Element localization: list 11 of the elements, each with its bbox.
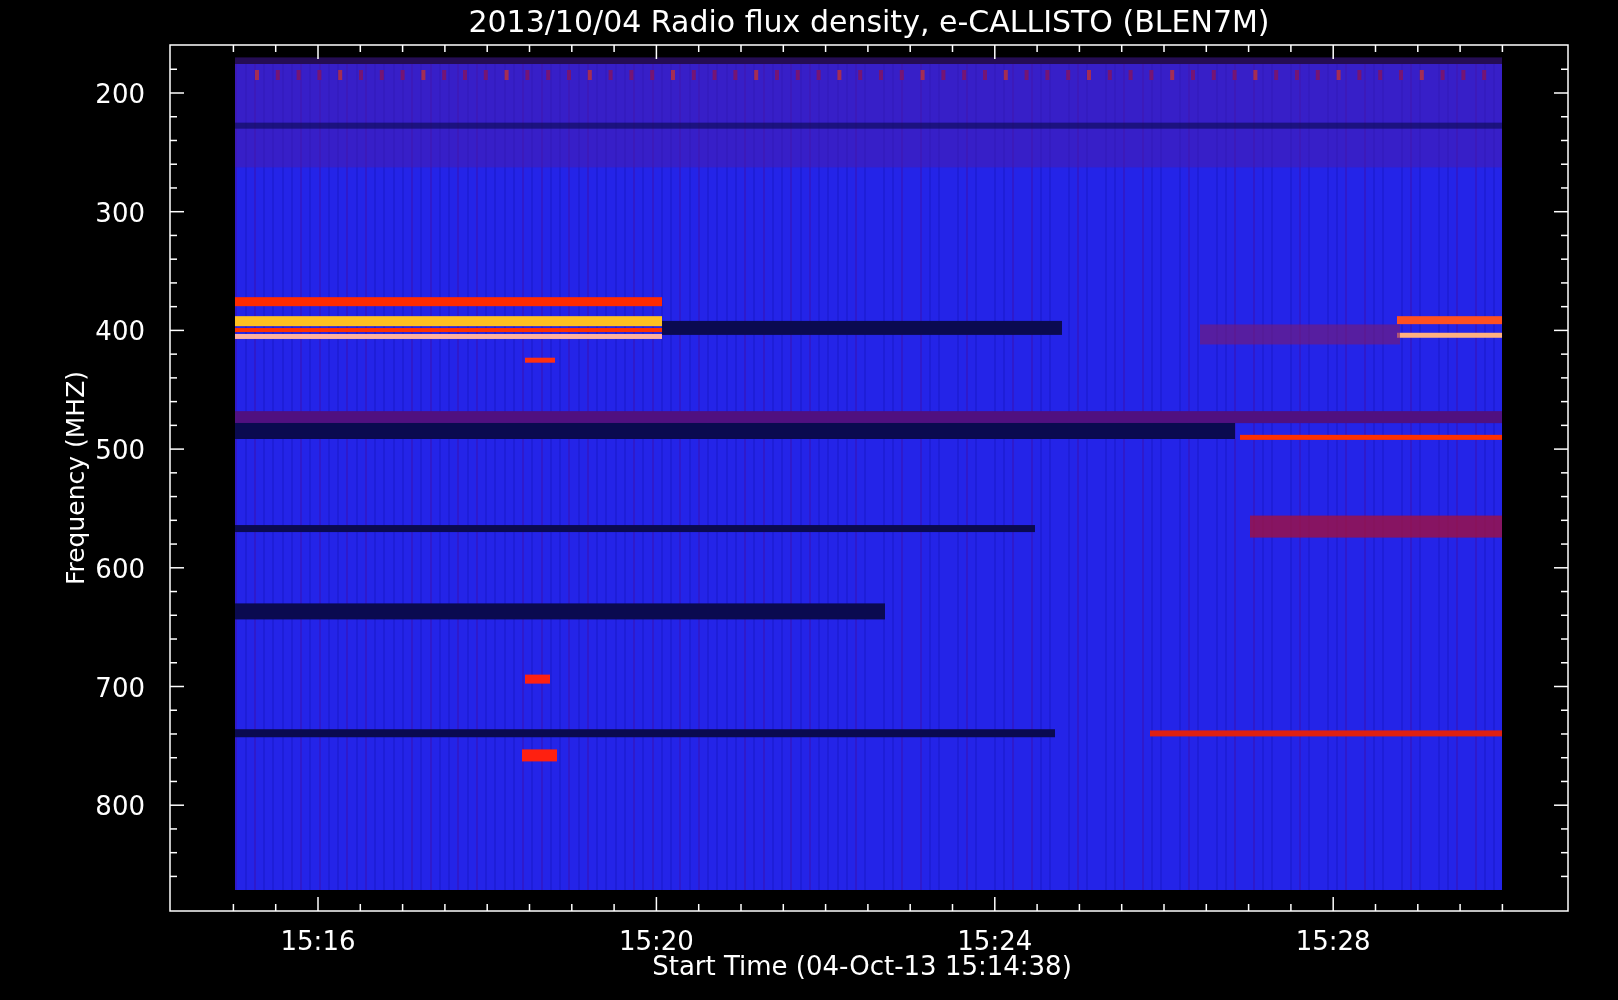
- y-tick-label: 500: [95, 435, 145, 466]
- y-tick-label: 200: [95, 79, 145, 109]
- chart-title: 2013/10/04 Radio flux density, e-CALLISTO (BLEN7M): [468, 4, 1270, 39]
- y-tick-label: 800: [95, 791, 145, 822]
- y-tick-label: 700: [95, 672, 145, 703]
- y-axis-label: Frequency (MHZ): [61, 370, 90, 586]
- y-tick-label: 600: [95, 553, 145, 584]
- x-tick-label: 15:28: [1295, 926, 1371, 956]
- y-tick-label: 400: [95, 316, 145, 347]
- x-tick-label: 15:16: [280, 926, 356, 956]
- y-tick-label: 300: [95, 197, 145, 228]
